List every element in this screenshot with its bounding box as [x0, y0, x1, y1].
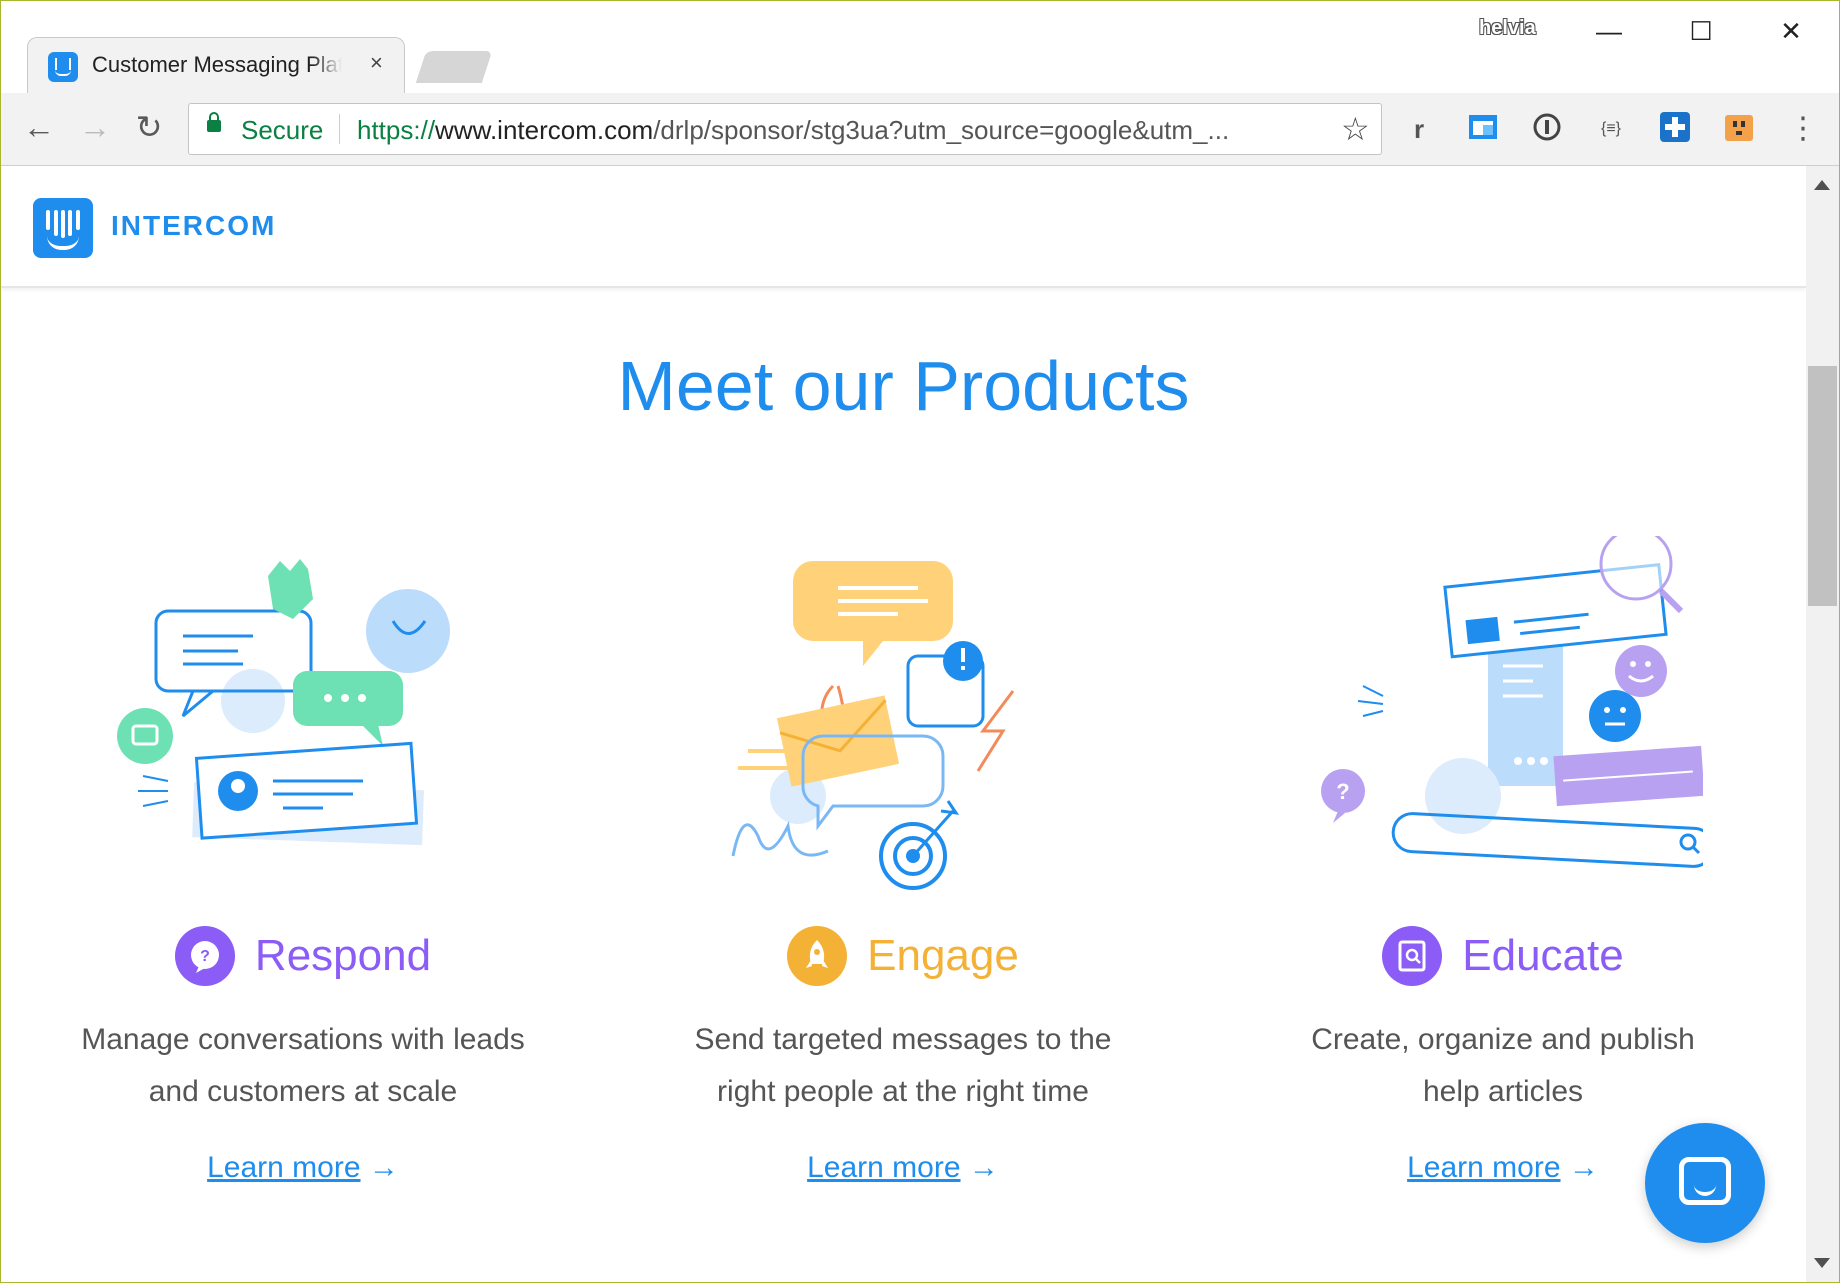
product-respond: ? Respond Manage conversations with lead… [23, 536, 583, 1256]
svg-text:?: ? [1336, 779, 1349, 804]
browser-menu-icon[interactable]: ⋮ [1785, 111, 1821, 147]
url-text[interactable]: https://www.intercom.com/drlp/sponsor/st… [357, 115, 1327, 146]
product-engage: Engage Send targeted messages to the rig… [623, 536, 1183, 1256]
extension-r-icon[interactable]: r [1401, 111, 1437, 147]
engage-arrow-icon: → [968, 1151, 999, 1184]
extension-info-icon[interactable] [1529, 111, 1565, 147]
engage-title-row: Engage [623, 926, 1183, 996]
educate-description-line-2: help articles [1422, 1075, 1584, 1108]
respond-arrow-icon: → [368, 1151, 399, 1184]
address-separator [339, 114, 340, 144]
secure-label: Secure [241, 115, 324, 145]
lock-icon [207, 112, 221, 132]
scroll-up-arrow-icon[interactable] [1814, 180, 1830, 190]
extension-face-icon[interactable] [1721, 111, 1757, 147]
bookmark-star-icon[interactable]: ☆ [1341, 110, 1370, 148]
page-heading: Meet our Products [617, 347, 1190, 425]
browser-tab[interactable]: Customer Messaging Platform | Intercom × [27, 37, 405, 94]
chat-icon [1679, 1157, 1731, 1205]
educate-illustration: ? [1321, 536, 1703, 868]
engage-rocket-icon [787, 926, 848, 986]
educate-learn-more-link[interactable]: Learn more [1407, 1151, 1560, 1184]
vertical-scrollbar[interactable] [1806, 166, 1839, 1282]
engage-description-line-2: right people at the right time [717, 1075, 1089, 1108]
maximize-button[interactable]: ☐ [1671, 11, 1731, 51]
close-window-button[interactable]: ✕ [1761, 11, 1821, 51]
respond-description-line-2: and customers at scale [148, 1075, 458, 1108]
tab-title: Customer Messaging Platform | Intercom [92, 52, 342, 77]
scroll-down-arrow-icon[interactable] [1814, 1258, 1830, 1268]
address-bar[interactable]: Secure https://www.intercom.com/drlp/spo… [188, 103, 1382, 155]
minimize-button[interactable]: — [1579, 11, 1639, 51]
new-tab-button[interactable] [415, 51, 493, 83]
logo-text[interactable]: INTERCOM [111, 210, 276, 242]
forward-arrow-icon[interactable]: → [73, 105, 117, 149]
respond-title-row: ? Respond [23, 926, 583, 996]
engage-learn-more: Learn more → [623, 1151, 1183, 1185]
svg-text:?: ? [200, 948, 210, 965]
profile-name[interactable]: helvia [1479, 17, 1536, 40]
educate-title-row: Educate [1223, 926, 1783, 996]
tab-close-icon[interactable]: × [370, 50, 383, 76]
extension-json-icon[interactable]: {≡} [1593, 111, 1629, 147]
educate-title: Educate [1462, 931, 1624, 980]
educate-description-line-1: Create, organize and publish [1311, 1023, 1695, 1056]
url-path: /drlp/sponsor/stg3ua?utm_source=google&u… [653, 115, 1230, 145]
engage-description: Send targeted messages to the right peop… [623, 1014, 1183, 1118]
page-viewport: INTERCOM Meet our Products ? Respond Man… [1, 166, 1806, 1282]
educate-arrow-icon: → [1568, 1151, 1599, 1184]
respond-description: Manage conversations with leads and cust… [23, 1014, 583, 1118]
respond-learn-more-link[interactable]: Learn more [207, 1151, 360, 1184]
respond-question-icon: ? [174, 926, 235, 986]
respond-illustration [117, 559, 450, 846]
back-arrow-icon[interactable]: ← [17, 105, 61, 149]
extension-window-icon[interactable] [1465, 111, 1501, 147]
site-header: INTERCOM [1, 166, 1806, 288]
educate-description: Create, organize and publish help articl… [1223, 1014, 1783, 1118]
engage-description-line-1: Send targeted messages to the [694, 1023, 1112, 1056]
browser-toolbar: ← → ↻ Secure https://www.intercom.com/dr… [1, 93, 1839, 166]
engage-title: Engage [867, 931, 1019, 980]
respond-description-line-1: Manage conversations with leads [81, 1023, 525, 1056]
respond-title: Respond [254, 931, 432, 980]
browser-window: Customer Messaging Platform | Intercom ×… [0, 0, 1840, 1283]
intercom-favicon-icon [48, 52, 78, 82]
url-host: www.intercom.com [435, 115, 654, 145]
engage-illustration [731, 561, 1015, 890]
reload-icon[interactable]: ↻ [127, 105, 171, 149]
respond-learn-more: Learn more → [23, 1151, 583, 1185]
scrollbar-thumb[interactable] [1808, 366, 1837, 606]
intercom-logo-icon[interactable] [33, 198, 93, 258]
url-scheme: https:// [357, 115, 436, 145]
engage-learn-more-link[interactable]: Learn more [807, 1151, 960, 1184]
messenger-launcher-button[interactable] [1645, 1123, 1765, 1243]
extension-plus-icon[interactable] [1657, 111, 1693, 147]
educate-book-icon [1382, 926, 1443, 986]
title-bar: Customer Messaging Platform | Intercom ×… [1, 1, 1839, 94]
